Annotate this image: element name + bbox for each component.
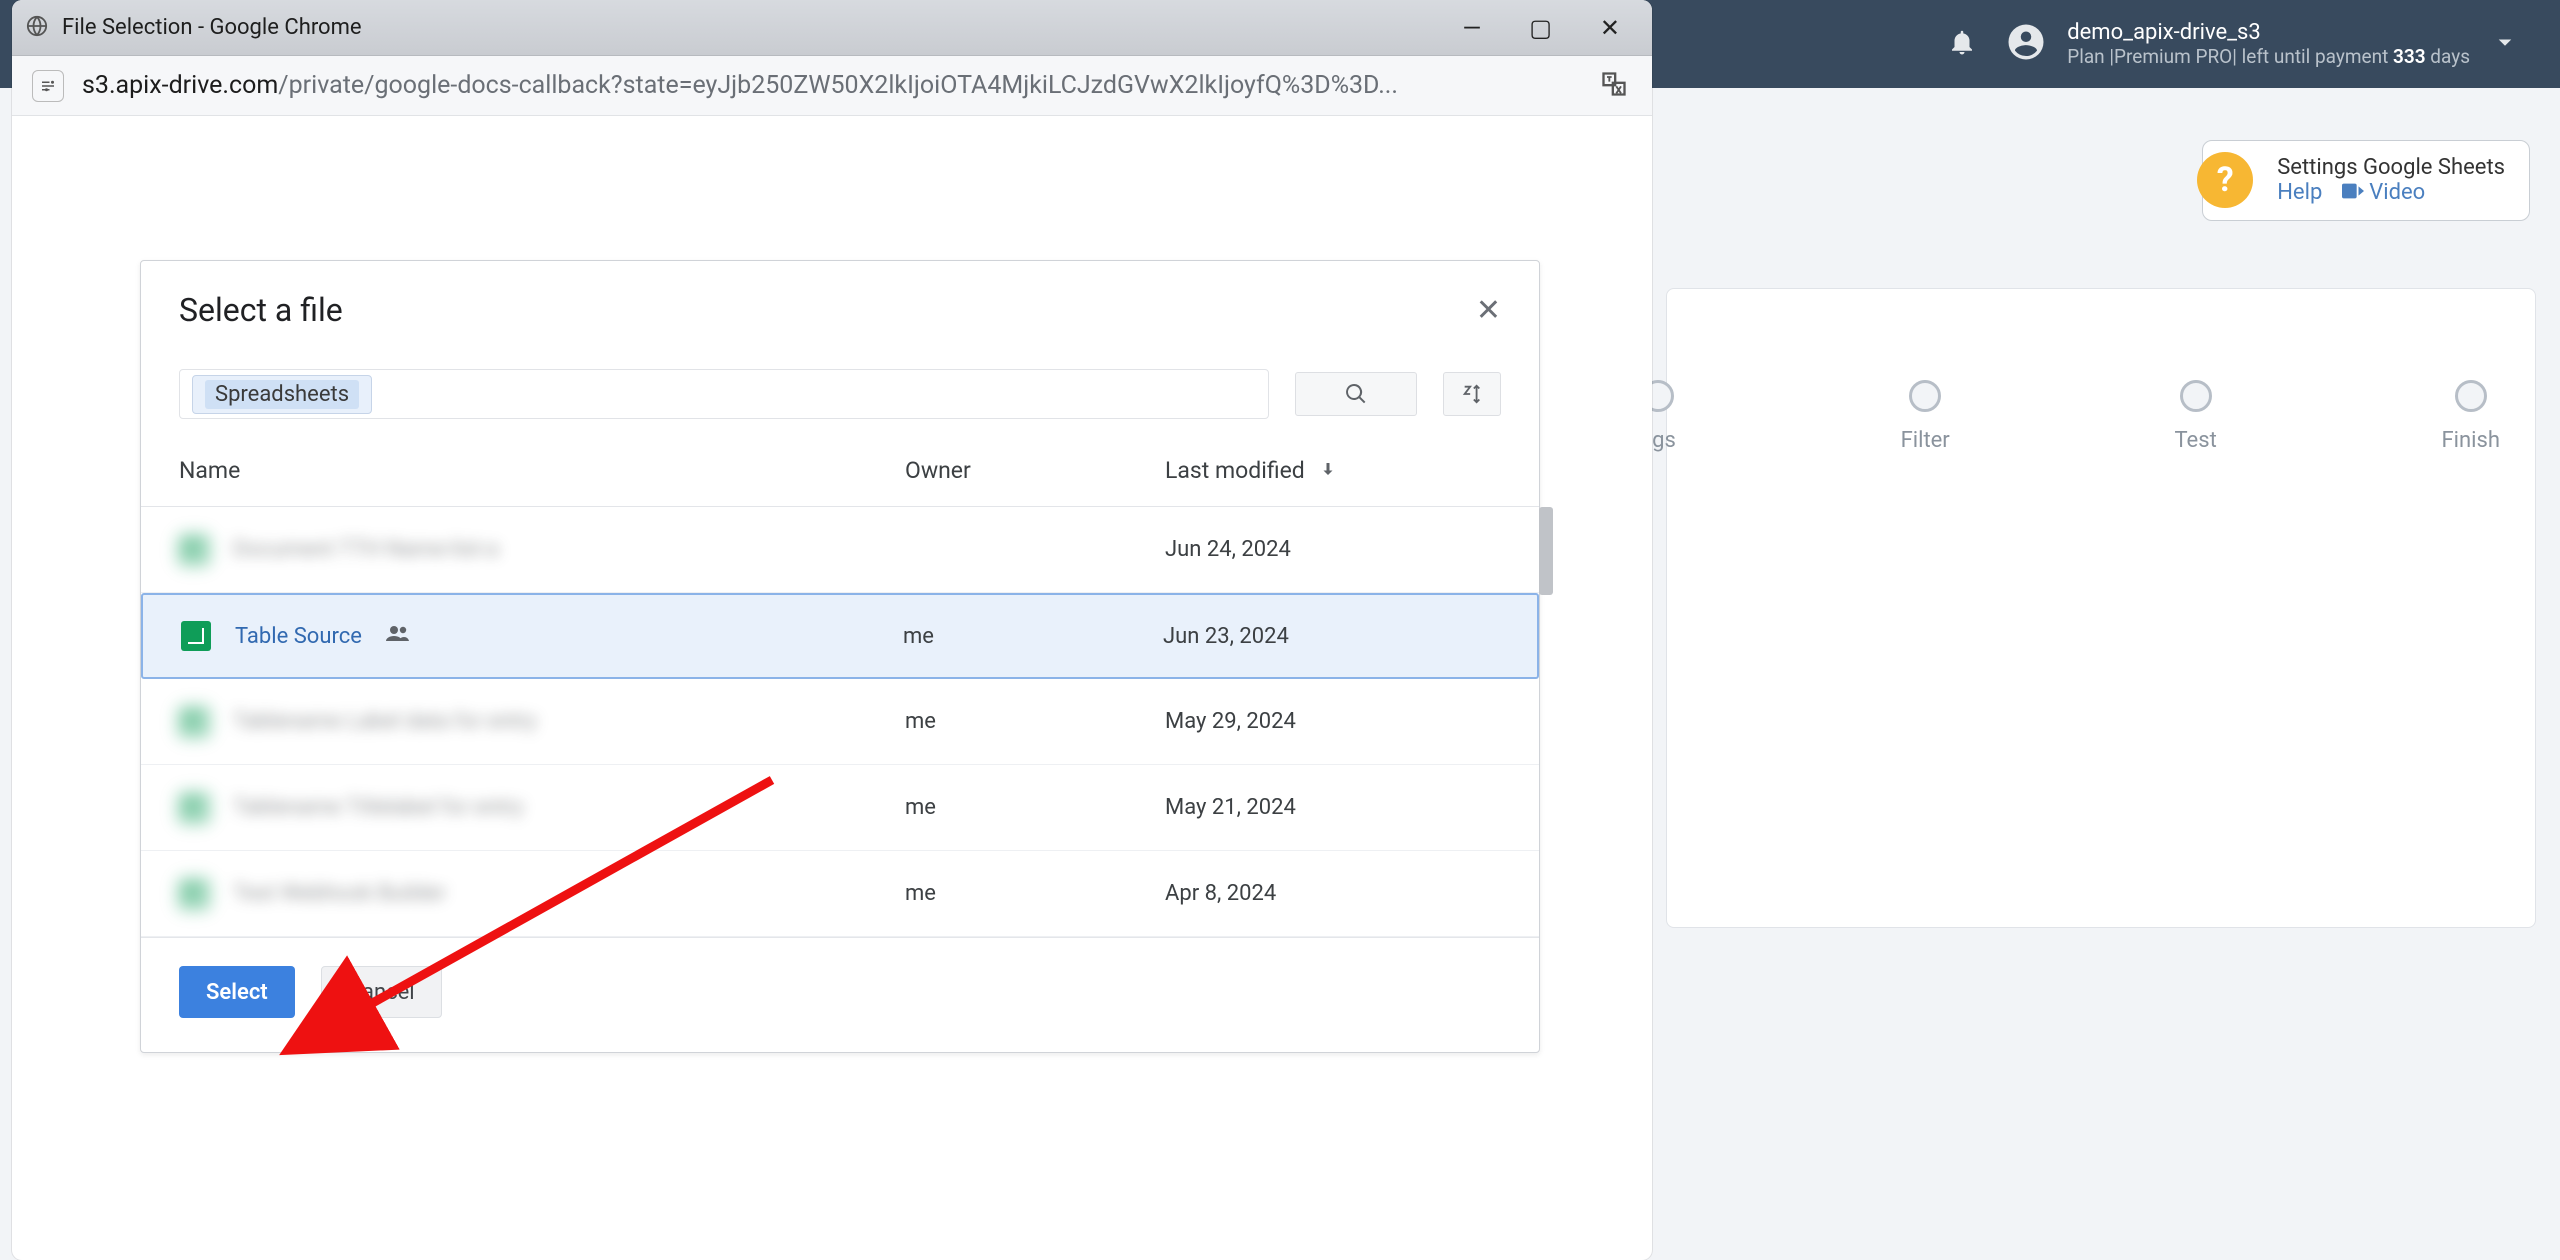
col-owner[interactable]: Owner — [905, 457, 1165, 484]
file-name: Test Webhook Builder — [233, 881, 446, 906]
maximize-button[interactable]: ▢ — [1529, 14, 1552, 42]
google-sheets-icon — [179, 879, 209, 909]
url-text[interactable]: s3.apix-drive.com/private/google-docs-ca… — [82, 71, 1582, 100]
table-row[interactable]: Table Source meJun 23, 2024 — [141, 593, 1539, 679]
google-sheets-icon — [179, 707, 209, 737]
globe-icon — [26, 15, 48, 41]
col-name[interactable]: Name — [179, 457, 905, 484]
file-modified: Jun 23, 2024 — [1163, 624, 1483, 649]
popup-titlebar: File Selection - Google Chrome — ▢ ✕ — [12, 0, 1652, 56]
file-owner: me — [905, 795, 1165, 820]
file-owner: me — [903, 624, 1163, 649]
picker-footer: Select Cancel — [141, 937, 1539, 1052]
file-picker-dialog: Select a file ✕ Spreadsheets Name Owner … — [140, 260, 1540, 1053]
help-question-icon[interactable]: ? — [2197, 152, 2253, 208]
filter-input[interactable]: Spreadsheets — [179, 369, 1269, 419]
help-link[interactable]: Help — [2277, 180, 2322, 205]
file-modified: Jun 24, 2024 — [1165, 537, 1485, 562]
site-settings-icon[interactable] — [32, 70, 64, 102]
file-name: Document TTH Name-list-a — [233, 537, 499, 562]
table-row[interactable]: Tablename Label data for entry meMay 29, … — [141, 679, 1539, 765]
file-name: Table Source — [235, 624, 362, 649]
step-test[interactable]: Test — [2174, 380, 2216, 453]
search-button[interactable] — [1295, 372, 1417, 416]
avatar-icon — [2005, 21, 2047, 67]
wizard-steps: ngs Filter Test Finish — [1640, 380, 2500, 453]
table-row[interactable]: Tablename Titlelabel for entry meMay 21, … — [141, 765, 1539, 851]
picker-title: Select a file — [179, 291, 343, 329]
address-bar: s3.apix-drive.com/private/google-docs-ca… — [12, 56, 1652, 116]
username: demo_apix-drive_s3 — [2067, 20, 2470, 45]
bell-icon[interactable] — [1947, 27, 1977, 61]
scrollbar-thumb[interactable] — [1539, 507, 1553, 595]
select-button[interactable]: Select — [179, 966, 295, 1018]
chevron-down-icon — [2490, 27, 2520, 61]
chrome-popup-window: File Selection - Google Chrome — ▢ ✕ s3.… — [12, 0, 1652, 1260]
col-last-modified[interactable]: Last modified — [1165, 457, 1485, 484]
file-name: Tablename Label data for entry — [233, 709, 537, 734]
step-finish[interactable]: Finish — [2441, 380, 2499, 453]
file-table: Name Owner Last modified Document TTH Na… — [141, 435, 1539, 937]
user-info: demo_apix-drive_s3 Plan |Premium PRO| le… — [2067, 20, 2470, 68]
user-menu[interactable]: demo_apix-drive_s3 Plan |Premium PRO| le… — [2005, 20, 2520, 68]
table-header: Name Owner Last modified — [141, 435, 1539, 507]
google-sheets-icon — [179, 793, 209, 823]
filter-chip-spreadsheets[interactable]: Spreadsheets — [192, 375, 372, 414]
help-title: Settings Google Sheets — [2277, 155, 2505, 180]
close-window-button[interactable]: ✕ — [1600, 14, 1620, 42]
google-sheets-icon — [179, 535, 209, 565]
shared-icon — [386, 623, 410, 649]
file-name: Tablename Titlelabel for entry — [233, 795, 523, 820]
file-modified: Apr 8, 2024 — [1165, 881, 1485, 906]
file-modified: May 29, 2024 — [1165, 709, 1485, 734]
file-owner: me — [905, 881, 1165, 906]
sort-az-button[interactable] — [1443, 372, 1501, 416]
popup-title: File Selection - Google Chrome — [62, 15, 1448, 40]
cancel-button[interactable]: Cancel — [321, 966, 442, 1018]
minimize-button[interactable]: — — [1462, 14, 1481, 42]
sort-arrow-down-icon — [1319, 457, 1337, 484]
file-owner: me — [905, 709, 1165, 734]
video-icon — [2342, 181, 2364, 206]
table-row[interactable]: Test Webhook Builder meApr 8, 2024 — [141, 851, 1539, 937]
step-filter[interactable]: Filter — [1901, 380, 1950, 453]
plan-line: Plan |Premium PRO| left until payment 33… — [2067, 45, 2470, 68]
translate-icon[interactable] — [1600, 70, 1632, 102]
file-modified: May 21, 2024 — [1165, 795, 1485, 820]
video-link[interactable]: Video — [2369, 180, 2425, 205]
close-icon[interactable]: ✕ — [1476, 293, 1501, 328]
table-row[interactable]: Document TTH Name-list-a Jun 24, 2024 — [141, 507, 1539, 593]
help-bubble: ? Settings Google Sheets Help Video — [2202, 140, 2530, 221]
google-sheets-icon — [181, 621, 211, 651]
